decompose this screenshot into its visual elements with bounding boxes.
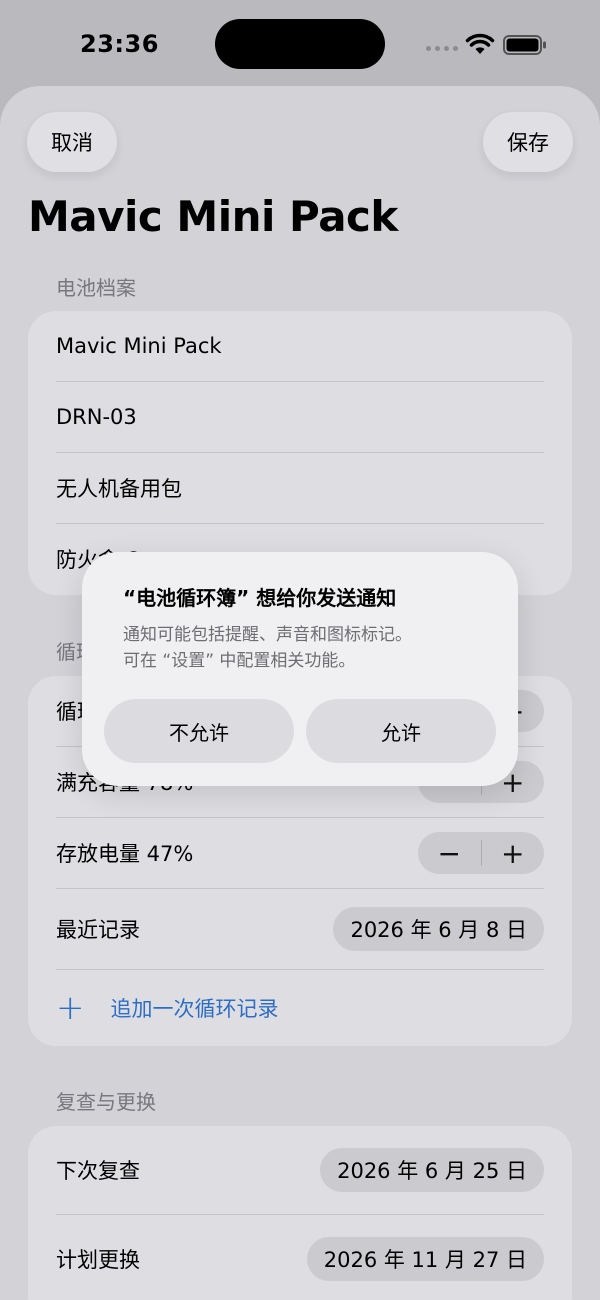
allow-button[interactable]: 允许 <box>306 699 496 763</box>
notification-permission-alert: “电池循环簿” 想给你发送通知 通知可能包括提醒、声音和图标标记。 可在 “设置… <box>82 552 518 786</box>
alert-title: “电池循环簿” 想给你发送通知 <box>123 586 397 610</box>
deny-button[interactable]: 不允许 <box>104 699 294 763</box>
alert-message-line: 可在 “设置” 中配置相关功能。 <box>123 651 356 671</box>
alert-message-line: 通知可能包括提醒、声音和图标标记。 <box>123 625 412 645</box>
alert-message: 通知可能包括提醒、声音和图标标记。 可在 “设置” 中配置相关功能。 <box>123 622 412 674</box>
